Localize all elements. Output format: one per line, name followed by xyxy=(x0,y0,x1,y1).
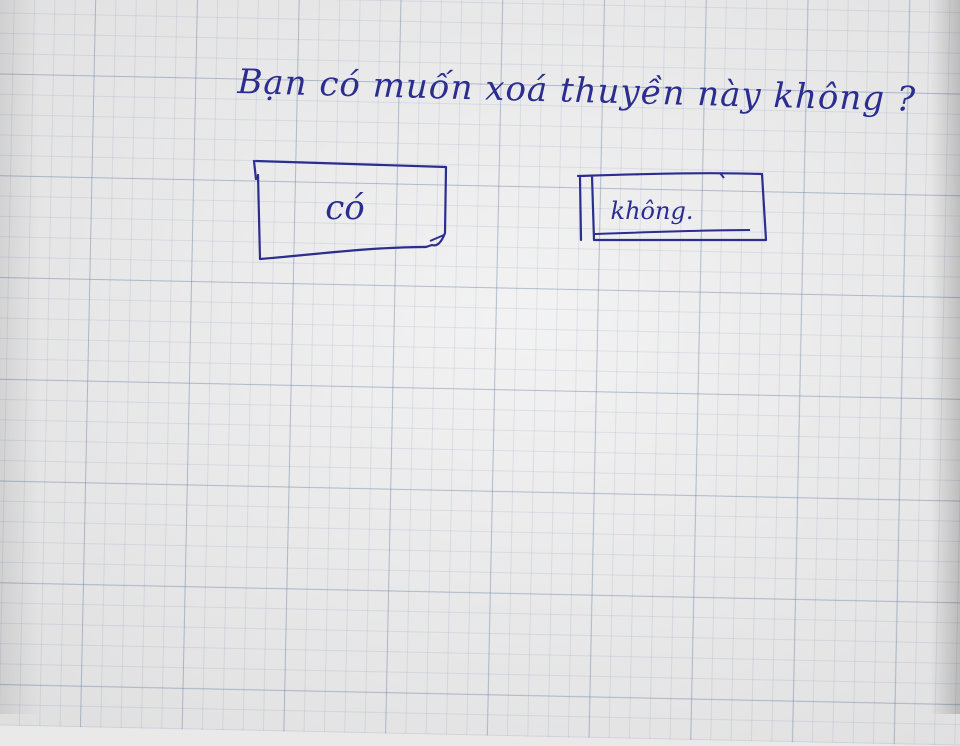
no-button[interactable]: không. xyxy=(574,168,770,248)
yes-button[interactable]: có xyxy=(250,155,450,265)
no-button-label: không. xyxy=(610,197,694,225)
yes-button-label: có xyxy=(325,188,365,228)
